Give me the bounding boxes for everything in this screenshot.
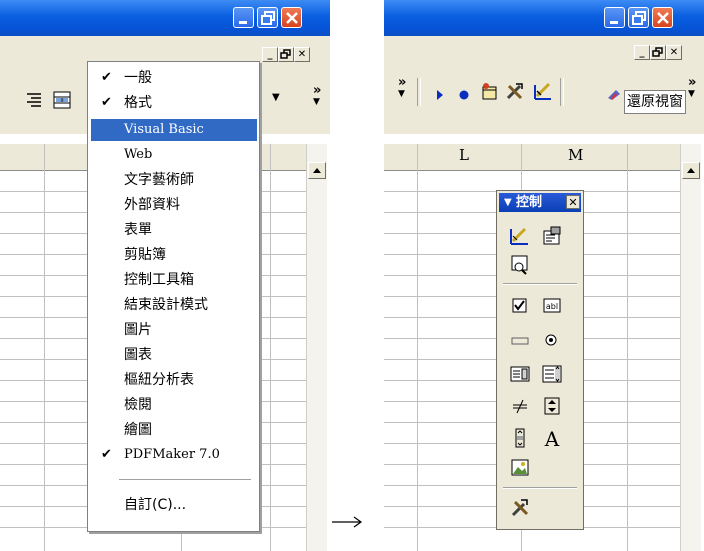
svg-text:a: a: [60, 98, 63, 104]
restore-window-icon[interactable]: [606, 86, 626, 106]
close-button[interactable]: [281, 7, 302, 28]
menu-item-web[interactable]: Web: [91, 144, 257, 166]
record-macro-icon[interactable]: [454, 85, 474, 105]
minimize-button[interactable]: [604, 7, 625, 28]
combobox-control-icon[interactable]: [541, 363, 563, 385]
toolbox-title-bar[interactable]: ▼ 控制 ✕: [499, 193, 581, 212]
label-control-icon[interactable]: A: [541, 427, 563, 449]
dropdown-icon[interactable]: ▼: [504, 193, 512, 212]
left-title-bar: [0, 0, 330, 36]
close-icon: [657, 12, 669, 24]
right-column-header: [384, 144, 680, 171]
menu-item-visual-basic[interactable]: Visual Basic: [91, 119, 257, 141]
menu-item-control-toolbox[interactable]: 控制工具箱: [91, 269, 257, 291]
restore-window-button[interactable]: 還原視窗: [624, 90, 686, 114]
properties-icon[interactable]: [541, 225, 563, 247]
minimize-icon: [610, 21, 618, 24]
scroll-up-button[interactable]: [682, 162, 700, 179]
option-button-control-icon[interactable]: [541, 329, 563, 351]
toggle-button-control-icon[interactable]: [509, 395, 531, 417]
restore-icon: [261, 11, 275, 25]
toolbar-separator: [560, 78, 564, 106]
menu-item-reviewing[interactable]: 檢閱: [91, 394, 257, 416]
doc-close-button[interactable]: ✕: [294, 47, 310, 62]
doc-close-button[interactable]: ✕: [666, 45, 682, 60]
doc-minimize-button[interactable]: _: [634, 45, 650, 60]
design-mode-icon[interactable]: [532, 81, 552, 101]
menu-item-customize[interactable]: 自訂(C)...: [91, 494, 257, 516]
listbox-control-icon[interactable]: [509, 363, 531, 385]
close-icon: [286, 12, 298, 24]
menu-item-formatting[interactable]: ✔ 格式: [91, 92, 257, 114]
toolbar-separator: [417, 78, 421, 106]
menu-item-chart[interactable]: 圖表: [91, 344, 257, 366]
menu-item-external-data[interactable]: 外部資料: [91, 194, 257, 216]
svg-text:A: A: [544, 427, 560, 449]
more-buttons-icon[interactable]: » ▼: [398, 76, 406, 99]
align-right-icon[interactable]: [24, 90, 44, 110]
check-icon: ✔: [101, 95, 112, 110]
menu-item-forms[interactable]: 表單: [91, 219, 257, 241]
dropdown-arrow-icon[interactable]: ▼: [272, 92, 280, 103]
more-controls-icon[interactable]: [509, 497, 531, 519]
menu-item-pdfmaker[interactable]: ✔ PDFMaker 7.0: [91, 444, 257, 466]
restore-icon: [632, 11, 646, 25]
restore-button[interactable]: [257, 7, 278, 28]
right-menu-bar: _ ✕: [384, 36, 704, 66]
column-header-L[interactable]: L: [459, 146, 479, 164]
command-button-control-icon[interactable]: [509, 329, 531, 351]
column-header-M[interactable]: M: [568, 146, 588, 164]
restore-icon: [652, 47, 663, 57]
up-arrow-icon: [313, 168, 321, 173]
minimize-icon: [239, 21, 247, 24]
doc-minimize-button[interactable]: _: [262, 47, 278, 62]
merge-center-icon[interactable]: a: [52, 90, 72, 110]
toolbox-separator: [503, 487, 577, 489]
doc-restore-button[interactable]: [650, 45, 666, 60]
menu-separator: [119, 479, 251, 480]
textbox-control-icon[interactable]: abl: [541, 295, 563, 317]
up-arrow-icon: [687, 168, 695, 173]
menu-item-wordart[interactable]: 文字藝術師: [91, 169, 257, 191]
right-toolbar: » ▼ 還原視窗 » ▼: [384, 66, 704, 134]
menu-item-exit-design-mode[interactable]: 結束設計模式: [91, 294, 257, 316]
restore-button[interactable]: [628, 7, 649, 28]
menu-item-drawing[interactable]: 繪圖: [91, 419, 257, 441]
menu-item-standard[interactable]: ✔ 一般: [91, 67, 257, 89]
right-title-bar: [384, 0, 704, 36]
toolbox-separator: [503, 283, 577, 285]
restore-icon: [280, 49, 291, 59]
close-button[interactable]: [652, 7, 673, 28]
image-control-icon[interactable]: [509, 457, 531, 479]
more-buttons-icon[interactable]: » ▼: [688, 76, 696, 99]
control-toolbox-palette[interactable]: ▼ 控制 ✕ abl A: [496, 190, 584, 530]
scroll-up-button[interactable]: [308, 162, 326, 179]
right-arrow-icon: [332, 516, 363, 528]
toolbars-context-menu: ✔ 一般 ✔ 格式 Visual Basic Web 文字藝術師 外部資料 表單…: [87, 61, 260, 532]
spin-button-control-icon[interactable]: [541, 395, 563, 417]
menu-item-pivot-table[interactable]: 樞紐分析表: [91, 369, 257, 391]
close-icon[interactable]: ✕: [566, 195, 580, 209]
svg-text:abl: abl: [546, 302, 558, 311]
menu-item-picture[interactable]: 圖片: [91, 319, 257, 341]
scrollbar-control-icon[interactable]: [509, 427, 531, 449]
run-macro-icon[interactable]: [430, 85, 450, 105]
check-icon: ✔: [101, 447, 112, 462]
security-icon[interactable]: [479, 81, 499, 101]
vertical-scrollbar[interactable]: [306, 144, 327, 551]
doc-restore-button[interactable]: [278, 47, 294, 62]
tools-icon[interactable]: [504, 81, 524, 101]
checkbox-control-icon[interactable]: [509, 295, 531, 317]
menu-item-clipboard[interactable]: 剪貼簿: [91, 244, 257, 266]
check-icon: ✔: [101, 70, 112, 85]
vertical-scrollbar[interactable]: [680, 144, 701, 551]
design-mode-icon[interactable]: [509, 225, 531, 247]
minimize-button[interactable]: [233, 7, 254, 28]
more-buttons-icon[interactable]: » ▼: [313, 84, 321, 107]
view-code-icon[interactable]: [509, 253, 531, 275]
